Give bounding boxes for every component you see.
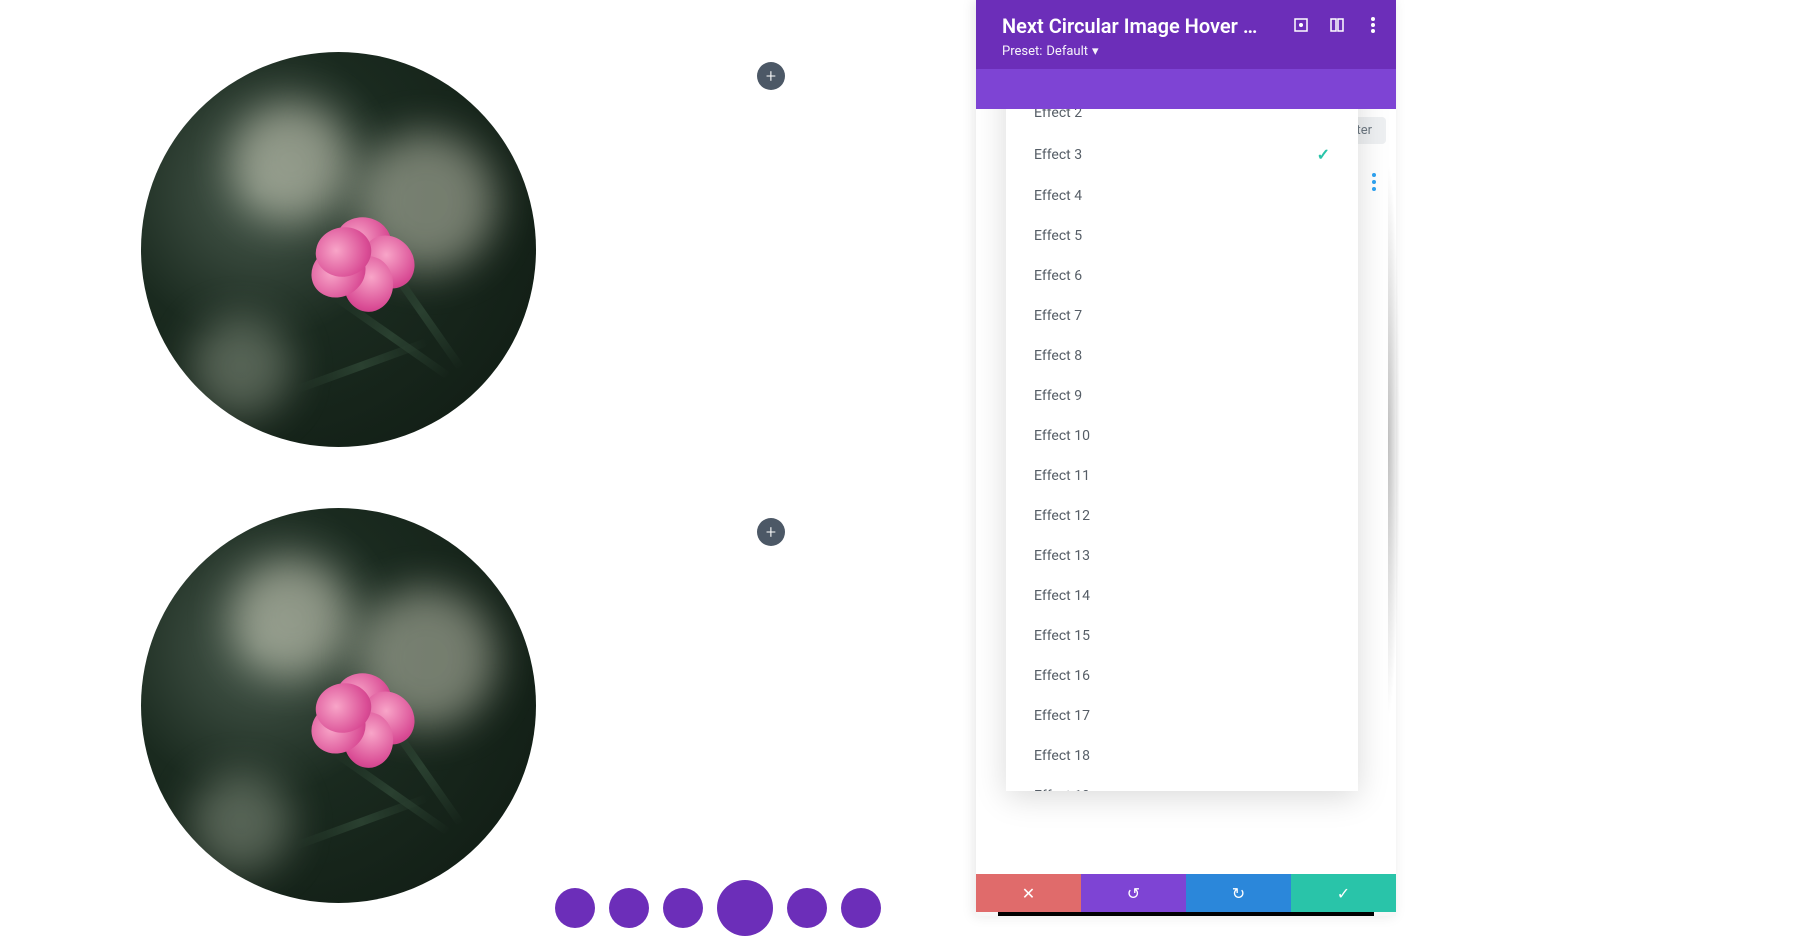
effect-option[interactable]: Effect 18 xyxy=(1006,736,1358,776)
action-bubble[interactable] xyxy=(555,888,595,928)
expand-icon[interactable] xyxy=(1292,16,1310,34)
effect-option-label: Effect 2 xyxy=(1034,109,1082,121)
effect-option-label: Effect 10 xyxy=(1034,428,1090,444)
effect-option[interactable]: Effect 17 xyxy=(1006,696,1358,736)
right-gutter xyxy=(1396,0,1800,916)
effect-option-label: Effect 9 xyxy=(1034,388,1082,404)
effect-option[interactable]: Effect 19 xyxy=(1006,776,1358,791)
action-bubble[interactable] xyxy=(609,888,649,928)
preset-label: Preset: xyxy=(1002,44,1042,59)
effect-option[interactable]: Effect 10 xyxy=(1006,416,1358,456)
effect-option[interactable]: Effect 8 xyxy=(1006,336,1358,376)
effect-option-label: Effect 19 xyxy=(1034,788,1090,791)
effect-option-label: Effect 13 xyxy=(1034,548,1090,564)
effect-option[interactable]: Effect 12 xyxy=(1006,496,1358,536)
circle-image xyxy=(141,508,536,903)
effect-option[interactable]: Effect 11 xyxy=(1006,456,1358,496)
effect-option[interactable]: Effect 16 xyxy=(1006,656,1358,696)
effect-option-label: Effect 6 xyxy=(1034,268,1082,284)
panel-body: ter Effect 1Effect 2Effect 3✓Effect 4Eff… xyxy=(976,109,1396,874)
effect-option-label: Effect 14 xyxy=(1034,588,1090,604)
save-button[interactable]: ✓ xyxy=(1291,874,1396,912)
effect-option[interactable]: Effect 4 xyxy=(1006,176,1358,216)
effect-option-label: Effect 8 xyxy=(1034,348,1082,364)
plus-icon: + xyxy=(766,522,776,543)
effect-option[interactable]: Effect 5 xyxy=(1006,216,1358,256)
effect-option[interactable]: Effect 3 ✓ xyxy=(1006,133,1358,176)
redo-button[interactable]: ↻ xyxy=(1186,874,1291,912)
add-module-button[interactable]: + xyxy=(757,518,785,546)
panel-title: Next Circular Image Hover S... xyxy=(1002,14,1262,38)
effect-dropdown: Effect 1Effect 2Effect 3✓Effect 4Effect … xyxy=(1006,109,1358,791)
check-icon: ✓ xyxy=(1337,884,1350,903)
preset-value: Default xyxy=(1046,44,1088,59)
effect-option[interactable]: Effect 15 xyxy=(1006,616,1358,656)
action-bubble[interactable] xyxy=(663,888,703,928)
redo-icon: ↻ xyxy=(1232,884,1245,903)
effect-option[interactable]: Effect 9 xyxy=(1006,376,1358,416)
preset-selector[interactable]: Preset: Default ▾ xyxy=(1002,44,1378,59)
circle-image xyxy=(141,52,536,447)
flower-graphic xyxy=(306,217,416,317)
flower-graphic xyxy=(306,673,416,773)
effect-option-label: Effect 4 xyxy=(1034,188,1082,204)
effect-option-label: Effect 5 xyxy=(1034,228,1082,244)
effect-option-label: Effect 15 xyxy=(1034,628,1090,644)
more-icon[interactable] xyxy=(1364,16,1382,34)
panel-header: Next Circular Image Hover S... Preset: D… xyxy=(976,0,1396,69)
effect-option-label: Effect 11 xyxy=(1034,468,1090,484)
effect-option[interactable]: Effect 2 xyxy=(1006,109,1358,133)
caret-down-icon: ▾ xyxy=(1092,44,1099,59)
effect-option-label: Effect 3 xyxy=(1034,147,1082,163)
action-bubble[interactable] xyxy=(841,888,881,928)
snap-icon[interactable] xyxy=(1328,16,1346,34)
settings-panel: Next Circular Image Hover S... Preset: D… xyxy=(976,0,1396,916)
effect-option-label: Effect 7 xyxy=(1034,308,1082,324)
effect-option[interactable]: Effect 6 xyxy=(1006,256,1358,296)
footer-indicator xyxy=(998,912,1374,916)
canvas-area: + + xyxy=(0,0,976,916)
effect-option-label: Effect 16 xyxy=(1034,668,1090,684)
undo-icon: ↺ xyxy=(1127,884,1140,903)
add-module-button[interactable]: + xyxy=(757,62,785,90)
options-kebab-icon[interactable] xyxy=(1372,173,1376,191)
effect-option-label: Effect 12 xyxy=(1034,508,1090,524)
action-bubble-main[interactable] xyxy=(717,880,773,936)
effect-option[interactable]: Effect 7 xyxy=(1006,296,1358,336)
panel-shadow xyxy=(1388,160,1400,720)
circular-image-module-2[interactable] xyxy=(141,508,536,903)
effect-option-label: Effect 18 xyxy=(1034,748,1090,764)
cancel-button[interactable]: ✕ xyxy=(976,874,1081,912)
effect-option-label: Effect 17 xyxy=(1034,708,1090,724)
undo-button[interactable]: ↺ xyxy=(1081,874,1186,912)
bottom-action-bubbles xyxy=(555,880,881,936)
action-bubble[interactable] xyxy=(787,888,827,928)
filter-text-tail: ter xyxy=(1356,123,1372,138)
plus-icon: + xyxy=(766,66,776,87)
close-icon: ✕ xyxy=(1022,884,1035,903)
check-icon: ✓ xyxy=(1317,145,1330,164)
effect-option[interactable]: Effect 14 xyxy=(1006,576,1358,616)
circular-image-module-1[interactable] xyxy=(141,52,536,447)
tab-bar[interactable] xyxy=(976,69,1396,109)
panel-footer: ✕ ↺ ↻ ✓ xyxy=(976,874,1396,912)
effect-option[interactable]: Effect 13 xyxy=(1006,536,1358,576)
